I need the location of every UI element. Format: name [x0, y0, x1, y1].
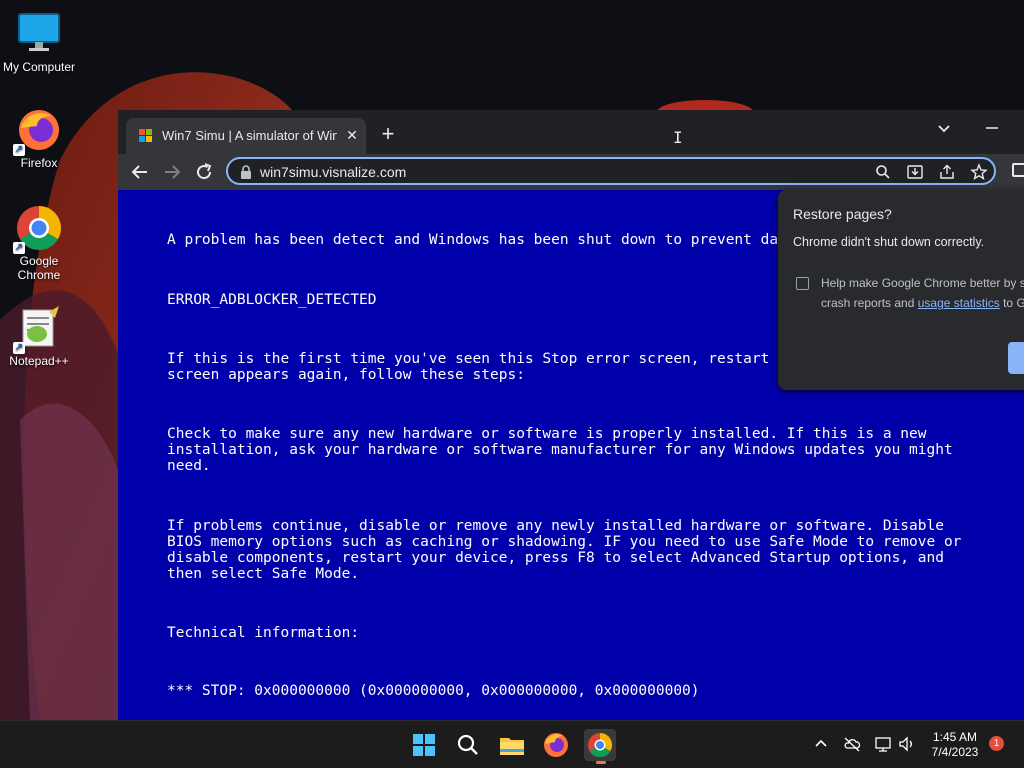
tab-strip: Win7 Simu | A simulator of Windows ✕ + I [118, 110, 1024, 154]
firefox-icon: ↗ [13, 106, 63, 156]
shortcut-arrow-icon: ↗ [13, 242, 25, 254]
chrome-taskbar-button[interactable] [584, 729, 616, 764]
restore-heading: Restore pages? [793, 206, 892, 222]
firefox-icon[interactable] [540, 729, 572, 761]
new-tab-button[interactable]: + [376, 123, 400, 147]
file-explorer-icon[interactable] [496, 729, 528, 761]
system-clock[interactable]: 1:45 AM 7/4/2023 [920, 730, 990, 760]
onedrive-offline-icon[interactable] [843, 735, 861, 753]
address-url[interactable]: win7simu.visnalize.com [260, 164, 406, 180]
notepad-plus-plus-icon: ↗ [13, 304, 63, 354]
bsod-technical-info-label: Technical information: [167, 625, 360, 641]
network-icon[interactable] [874, 735, 892, 753]
back-arrow-icon[interactable] [128, 160, 152, 184]
taskbar: 1:45 AM 7/4/2023 1 [0, 720, 1024, 768]
bsod-check-hardware-text: Check to make sure any new hardware or s… [167, 426, 953, 474]
tab-close-icon[interactable]: ✕ [343, 126, 361, 144]
text-cursor-icon: I [673, 128, 683, 147]
install-app-icon[interactable] [906, 163, 924, 181]
lock-icon[interactable] [240, 165, 252, 179]
restore-pages-popup: Restore pages? Chrome didn't shut down c… [778, 190, 1024, 390]
bsod-headline: A problem has been detect and Windows ha… [167, 232, 814, 248]
search-icon[interactable] [874, 163, 892, 181]
restore-subtitle: Chrome didn't shut down correctly. [793, 235, 985, 249]
desktop-icon-my-computer[interactable]: My Computer [0, 10, 78, 74]
help-improve-text: Help make Google Chrome better by s [821, 276, 1024, 290]
usage-statistics-link[interactable]: usage statistics [918, 296, 1000, 310]
shortcut-arrow-icon: ↗ [13, 342, 25, 354]
desktop-icon-label: Notepad++ [9, 354, 69, 368]
clock-time: 1:45 AM [932, 730, 978, 744]
desktop-icon-notepad-plus-plus[interactable]: ↗ Notepad++ [0, 304, 78, 368]
notification-badge[interactable]: 1 [989, 736, 1004, 751]
minimize-icon[interactable] [980, 116, 1004, 140]
chrome-icon: ↗ [13, 204, 63, 254]
tab-title: Win7 Simu | A simulator of Windows [162, 128, 337, 143]
volume-icon[interactable] [898, 735, 916, 753]
windows-favicon-icon [139, 129, 152, 142]
chrome-icon [588, 733, 613, 758]
chevron-up-icon[interactable] [812, 735, 830, 753]
desktop-icon-label: Google Chrome [17, 254, 61, 282]
bookmark-star-icon[interactable] [970, 163, 988, 181]
tab-search-chevron-icon[interactable] [932, 116, 956, 140]
side-panel-icon[interactable] [1012, 163, 1024, 177]
address-bar[interactable]: win7simu.visnalize.com [226, 157, 996, 185]
tab-win7simu[interactable]: Win7 Simu | A simulator of Windows ✕ [126, 118, 366, 154]
chrome-window: Win7 Simu | A simulator of Windows ✕ + I [118, 110, 1024, 720]
bsod-problems-continue-text: If problems continue, disable or remove … [167, 518, 962, 582]
desktop-icon-google-chrome[interactable]: ↗ Google Chrome [0, 204, 78, 282]
desktop-icon-label: Firefox [20, 156, 58, 170]
bsod-error-code: ERROR_ADBLOCKER_DETECTED [167, 292, 377, 308]
help-prefix-text: crash reports and [821, 296, 918, 310]
active-app-indicator [596, 761, 606, 764]
browser-toolbar: win7simu.visnalize.com [118, 154, 1024, 190]
help-improve-text-2: crash reports and usage statistics to G [821, 296, 1024, 310]
search-icon[interactable] [452, 729, 484, 761]
forward-arrow-icon[interactable] [160, 160, 184, 184]
desktop-icon-firefox[interactable]: ↗ Firefox [0, 106, 78, 170]
help-suffix-text: to G [999, 296, 1024, 310]
restore-button[interactable] [1008, 342, 1024, 374]
bsod-stop-code: *** STOP: 0x000000000 (0x000000000, 0x00… [167, 683, 700, 699]
clock-date: 7/4/2023 [931, 745, 979, 759]
reload-icon[interactable] [192, 160, 216, 184]
share-icon[interactable] [938, 163, 956, 181]
computer-icon [15, 10, 63, 58]
desktop-icon-label: My Computer [2, 60, 76, 74]
shortcut-arrow-icon: ↗ [13, 144, 25, 156]
windows-start-icon[interactable] [408, 729, 440, 761]
help-improve-checkbox[interactable] [796, 277, 809, 290]
